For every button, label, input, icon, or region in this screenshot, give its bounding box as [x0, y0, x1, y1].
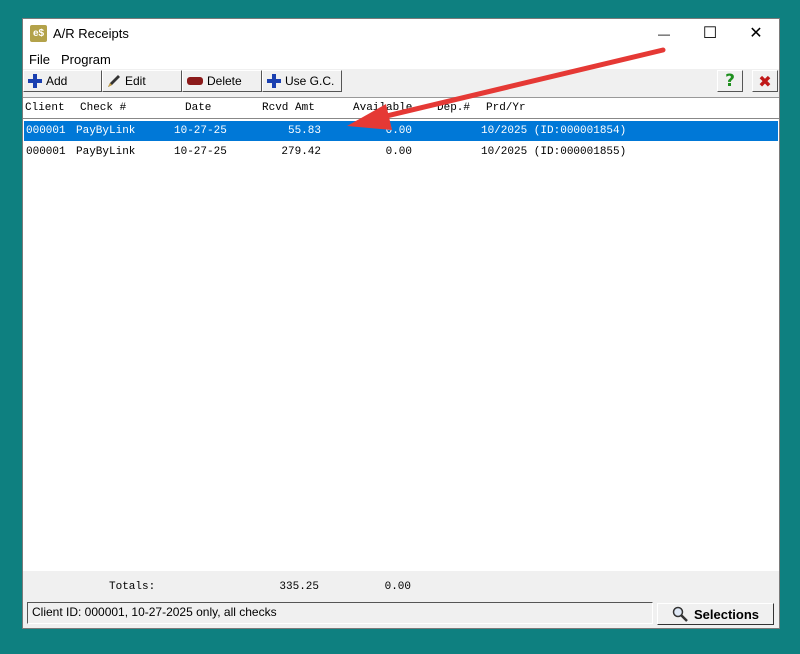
- menu-bar: File Program: [23, 49, 779, 69]
- plus-icon: [267, 74, 281, 88]
- plus-icon: [28, 74, 42, 88]
- cell-client: 000001: [26, 125, 66, 137]
- help-icon: ?: [725, 71, 735, 91]
- edit-button[interactable]: Edit: [102, 70, 182, 92]
- help-button[interactable]: ?: [717, 70, 743, 92]
- col-header-date[interactable]: Date: [185, 102, 211, 114]
- app-icon: e$: [30, 25, 47, 42]
- exit-button[interactable]: ✖: [752, 70, 778, 92]
- table-row[interactable]: 000001 PayByLink 10-27-25 55.83 0.00 10/…: [24, 121, 778, 141]
- menu-file[interactable]: File: [29, 52, 50, 67]
- maximize-icon: ☐: [702, 25, 718, 42]
- maximize-button[interactable]: ☐: [687, 19, 733, 49]
- col-header-client[interactable]: Client: [25, 102, 65, 114]
- minimize-button[interactable]: —: [641, 19, 687, 49]
- minimize-icon: —: [658, 27, 670, 41]
- status-bar: Client ID: 000001, 10-27-2025 only, all …: [27, 602, 653, 624]
- add-button[interactable]: Add: [23, 70, 102, 92]
- delete-button[interactable]: Delete: [182, 70, 262, 92]
- use-gc-button-label: Use G.C.: [285, 74, 335, 88]
- edit-button-label: Edit: [125, 74, 146, 88]
- ar-receipts-window: e$ A/R Receipts — ☐ ✕ File Program Add E…: [22, 18, 780, 629]
- totals-bar: Totals: 335.25 0.00: [23, 572, 779, 600]
- magnifier-icon: [672, 606, 688, 622]
- toolbar: Add Edit Delete Use G.C. ? ✖: [23, 69, 779, 95]
- totals-label: Totals:: [109, 581, 156, 593]
- col-header-rcvd-amt[interactable]: Rcvd Amt: [262, 102, 315, 114]
- selections-label: Selections: [693, 606, 760, 622]
- cell-prd-yr: 10/2025 (ID:000001854): [481, 125, 627, 137]
- use-gc-button[interactable]: Use G.C.: [262, 70, 342, 92]
- exit-icon: ✖: [758, 71, 772, 91]
- cell-check: PayByLink: [76, 125, 136, 137]
- cell-check: PayByLink: [76, 146, 136, 158]
- menu-program[interactable]: Program: [61, 52, 111, 67]
- totals-available: 0.00: [384, 581, 411, 593]
- header-divider: [23, 118, 779, 119]
- close-icon: ✕: [749, 25, 763, 42]
- add-button-label: Add: [46, 74, 68, 88]
- col-header-dep[interactable]: Dep.#: [437, 102, 470, 114]
- totals-rcvd-amt: 335.25: [279, 581, 319, 593]
- table-row[interactable]: 000001 PayByLink 10-27-25 279.42 0.00 10…: [24, 142, 778, 162]
- window-title: A/R Receipts: [53, 26, 129, 41]
- col-header-check[interactable]: Check #: [80, 102, 126, 114]
- cell-date: 10-27-25: [174, 146, 227, 158]
- pen-icon: [108, 75, 120, 87]
- title-bar[interactable]: e$ A/R Receipts — ☐ ✕: [23, 19, 779, 49]
- cell-available: 0.00: [385, 125, 412, 137]
- receipts-list[interactable]: Client Check # Date Rcvd Amt Available D…: [23, 97, 779, 571]
- cell-prd-yr: 10/2025 (ID:000001855): [481, 146, 627, 158]
- eraser-icon: [187, 77, 203, 85]
- cell-rcvd-amt: 55.83: [287, 125, 321, 137]
- cell-date: 10-27-25: [174, 125, 227, 137]
- close-button[interactable]: ✕: [733, 19, 779, 49]
- col-header-prd-yr[interactable]: Prd/Yr: [486, 102, 526, 114]
- cell-client: 000001: [26, 146, 66, 158]
- col-header-available[interactable]: Available: [353, 102, 412, 114]
- delete-button-label: Delete: [207, 74, 242, 88]
- cell-available: 0.00: [385, 146, 412, 158]
- selections-button[interactable]: Selections: [657, 603, 774, 625]
- cell-rcvd-amt: 279.42: [281, 146, 321, 158]
